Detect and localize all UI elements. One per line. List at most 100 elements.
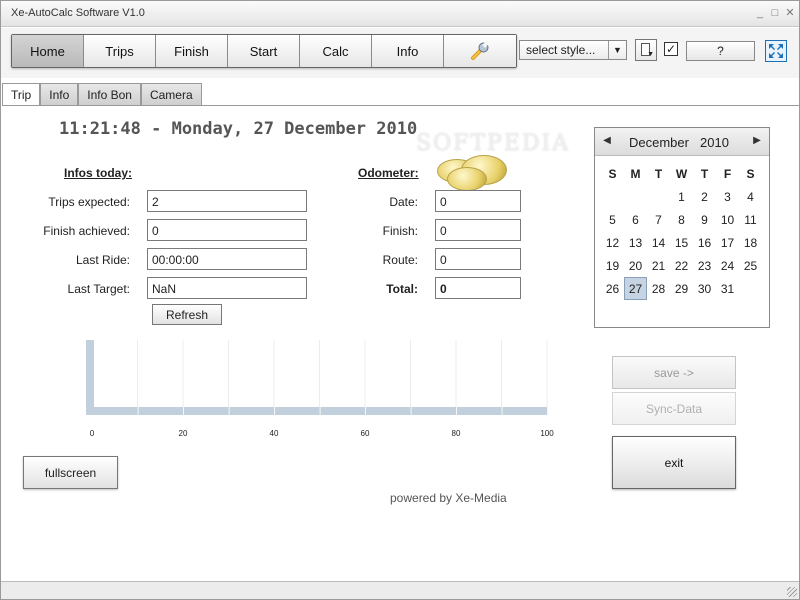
calendar-day[interactable]: 29	[670, 277, 693, 300]
finish-achieved-field[interactable]: 0	[147, 219, 307, 241]
nav-trips-button[interactable]: Trips	[84, 35, 156, 67]
chart-bar	[184, 407, 229, 415]
toolbar: Home Trips Finish Start Calc Info select…	[1, 28, 799, 78]
calendar-day[interactable]: 14	[647, 231, 670, 254]
last-ride-field[interactable]: 00:00:00	[147, 248, 307, 270]
calendar-day[interactable]: 12	[601, 231, 624, 254]
calendar-day[interactable]: 30	[693, 277, 716, 300]
calendar-weekday-label: S	[746, 166, 755, 181]
calendar-blank-cell	[601, 185, 624, 208]
nav-start-button[interactable]: Start	[228, 35, 300, 67]
calendar-day[interactable]: 8	[670, 208, 693, 231]
chart-x-tick-label: 0	[90, 429, 95, 438]
nav-finish-button[interactable]: Finish	[156, 35, 228, 67]
calendar-weekday-label: M	[630, 166, 641, 181]
calendar-day[interactable]: 1	[670, 185, 693, 208]
tab-info-bon[interactable]: Info Bon	[78, 83, 141, 105]
option-checkbox[interactable]: ✓	[664, 42, 678, 56]
last-target-field[interactable]: NaN	[147, 277, 307, 299]
nav-calc-button[interactable]: Calc	[300, 35, 372, 67]
calendar-day[interactable]: 11	[739, 208, 762, 231]
calendar-day[interactable]: 21	[647, 254, 670, 277]
calendar-day[interactable]: 5	[601, 208, 624, 231]
calendar-day[interactable]: 25	[739, 254, 762, 277]
maximize-button[interactable]: □	[768, 6, 782, 20]
calendar-day[interactable]: 23	[693, 254, 716, 277]
odometer-total-field[interactable]: 0	[435, 277, 521, 299]
exit-button[interactable]: exit	[612, 436, 736, 489]
calendar-day[interactable]: 31	[716, 277, 739, 300]
chart-bar	[275, 407, 320, 415]
odometer-date-field[interactable]: 0	[435, 190, 521, 212]
refresh-button[interactable]: Refresh	[152, 304, 222, 325]
calendar-day[interactable]: 10	[716, 208, 739, 231]
odometer-route-field[interactable]: 0	[435, 248, 521, 270]
title-bar[interactable]: Xe-AutoCalc Software V1.0 _ □ ✕	[1, 1, 799, 27]
calendar-day[interactable]: 16	[693, 231, 716, 254]
calendar-weekday-label: W	[675, 166, 688, 181]
help-button[interactable]: ?	[686, 41, 755, 61]
calendar-month[interactable]: December	[629, 135, 689, 150]
calendar-day[interactable]: 2	[693, 185, 716, 208]
settings-button[interactable]	[444, 35, 516, 67]
calendar-day[interactable]: 22	[670, 254, 693, 277]
calendar-day[interactable]: 7	[647, 208, 670, 231]
chart-bar	[411, 407, 456, 415]
calendar-day[interactable]: 20	[624, 254, 647, 277]
calendar-blank-cell	[624, 185, 647, 208]
chart-bar	[320, 407, 365, 415]
powered-by-label: powered by Xe-Media	[390, 491, 507, 505]
odometer-total-label: Total:	[386, 282, 418, 296]
tab-divider	[2, 105, 799, 106]
calendar-next-month-button[interactable]: ▶	[750, 134, 764, 148]
main-nav: Home Trips Finish Start Calc Info	[11, 34, 517, 68]
calendar-grid: S M T W T F S 1 2 3 4 5 6 7 8 9 10 11 12 13 14 15 16 17 18 19 20 21…	[601, 162, 762, 300]
save-button[interactable]: save ->	[612, 356, 736, 389]
trips-expected-label: Trips expected:	[48, 195, 130, 209]
sync-data-button[interactable]: Sync-Data	[612, 392, 736, 425]
nav-home-button[interactable]: Home	[12, 35, 84, 67]
calendar-weekday-label: T	[700, 166, 709, 181]
fullscreen-button[interactable]: fullscreen	[23, 456, 118, 489]
calendar-day[interactable]: 4	[739, 185, 762, 208]
close-button[interactable]: ✕	[783, 6, 797, 20]
calendar-day-selected[interactable]: 27	[624, 277, 647, 300]
style-select[interactable]: select style... ▼	[519, 40, 627, 60]
odometer-route-label: Route:	[382, 253, 418, 267]
calendar-day[interactable]: 9	[693, 208, 716, 231]
calendar-day[interactable]: 24	[716, 254, 739, 277]
tab-info[interactable]: Info	[40, 83, 79, 105]
minimize-button[interactable]: _	[753, 6, 767, 20]
expand-window-button[interactable]	[765, 40, 787, 62]
clock-display: 11:21:48 - Monday, 27 December 2010	[59, 119, 418, 139]
calendar-day[interactable]: 6	[624, 208, 647, 231]
status-bar	[1, 581, 799, 599]
calendar-day[interactable]: 17	[716, 231, 739, 254]
tab-trip[interactable]: Trip	[2, 83, 41, 106]
calendar-day[interactable]: 18	[739, 231, 762, 254]
resize-grip-icon[interactable]	[787, 587, 797, 597]
dropdown-arrow-icon: ▼	[647, 51, 654, 58]
calendar-day[interactable]: 15	[670, 231, 693, 254]
calendar-prev-month-button[interactable]: ◀	[600, 134, 614, 148]
calendar-day[interactable]: 26	[601, 277, 624, 300]
calendar-day[interactable]: 19	[601, 254, 624, 277]
trips-expected-field[interactable]: 2	[147, 190, 307, 212]
nav-info-button[interactable]: Info	[372, 35, 444, 67]
wrench-icon	[471, 41, 489, 60]
watermark: SOFTPEDIA	[413, 125, 568, 195]
calendar-day[interactable]: 13	[624, 231, 647, 254]
tab-camera[interactable]: Camera	[140, 83, 202, 105]
odometer-finish-field[interactable]: 0	[435, 219, 521, 241]
calendar-blank-cell	[647, 185, 670, 208]
page-menu-button[interactable]: ▼	[635, 39, 657, 61]
tab-bar: Trip Info Info Bon Camera	[2, 83, 202, 106]
chart-bar	[366, 407, 411, 415]
calendar-year[interactable]: 2010	[700, 135, 729, 150]
chart-bar	[93, 407, 138, 415]
chart-x-tick-label: 20	[179, 429, 188, 438]
calendar-day[interactable]: 3	[716, 185, 739, 208]
odometer-title: Odometer:	[358, 166, 419, 180]
calendar-day[interactable]: 28	[647, 277, 670, 300]
watermark-text: SOFTPEDIA	[416, 131, 571, 156]
